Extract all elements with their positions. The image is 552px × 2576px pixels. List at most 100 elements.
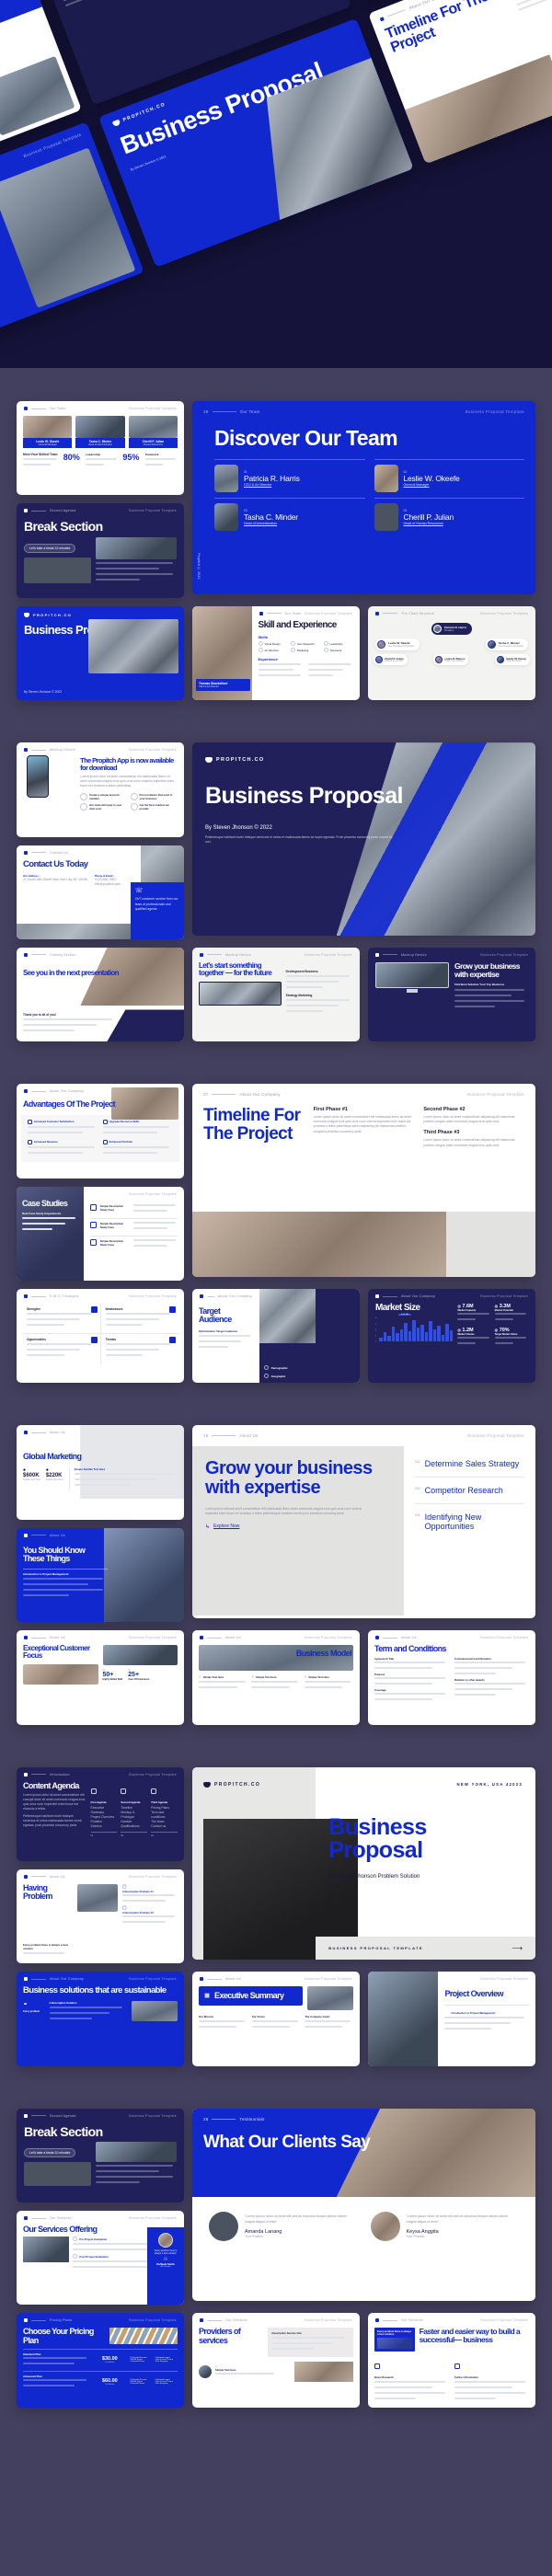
card-content-agenda[interactable]: Introduction Business Proposal Template … [17,1766,184,1861]
org-node-bottom[interactable]: Sandy W. Danny Head of Support [495,653,530,665]
card-break-section[interactable]: Second Agenda Business Proposal Template… [17,503,184,598]
member-role[interactable]: Head of Administration [244,522,298,525]
org-node-top[interactable]: Patricia R. Harris President [431,622,473,635]
card-faster-easier[interactable]: Our Services Business Proposal Template … [368,2313,535,2408]
case-row[interactable]: Simple Description Study Case [89,1219,178,1236]
card-target-audience[interactable]: About Our Company Target Audience Optimi… [192,1289,360,1384]
card-case-studies[interactable]: Case Studies Real Case Study Experiments… [17,1186,184,1281]
card-swot[interactable]: S.W.O.T Analysis Business Proposal Templ… [17,1289,184,1384]
global-stat-value: $220K [45,1472,63,1478]
contact-email[interactable]: info@propitch.com [95,882,121,887]
market-stat-label: Market Capacity [457,1309,477,1312]
swot-quadrant[interactable]: Opportunities [22,1334,100,1363]
agenda-body2: Pellentesque habitant morbi tristique se… [23,1814,82,1828]
feature-title: What Our Clients Say [203,2132,371,2152]
org-node-bottom[interactable]: Laura R. Watson Head of Accounting [433,653,469,665]
member-name: Tasha C. Minder [244,512,298,522]
bar [416,1328,420,1342]
feature-cta[interactable]: Explore Now [213,1524,239,1529]
card-app-download[interactable]: Mockup Device Business Proposal Template… [17,742,184,837]
team-member[interactable]: 03 Tasha C. Minder Head of Administratio… [214,497,365,531]
member-role[interactable]: CEO & Art Director [244,483,300,487]
exec-col: The Company Goals [305,2015,330,2019]
skill-item: Marketing [297,648,309,652]
swot-quadrant[interactable]: Weaknesses [100,1304,178,1333]
card-org-chart[interactable]: The Chart Structure Business Proposal Te… [368,605,535,701]
card-customer-focus[interactable]: About Us Business Proposal Template Exce… [17,1630,184,1725]
swot-quadrant[interactable]: Threats [100,1334,178,1363]
card-providers[interactable]: Our Services Business Proposal Template … [192,2313,360,2408]
card-pricing-plan[interactable]: Pricing Plans Business Proposal Template… [17,2313,184,2408]
team-member[interactable]: 04 Cherill P. Julian Head of Human Resou… [374,497,524,531]
card-project-overview[interactable]: Business Proposal Template Project Overv… [368,1972,535,2066]
card-team-stats[interactable]: Our Team Business Proposal Template Lesl… [17,401,184,496]
bar [441,1334,445,1342]
card-closing[interactable]: Closing Section See you in the next pres… [17,947,184,1042]
feature-card-discover-our-team[interactable]: 19 Our Team Business Proposal Template P… [192,401,535,594]
card-having-problem[interactable]: About Us Business Proposal Template Havi… [17,1869,184,1964]
global-stat: ● $600K Subtitle Text Here [23,1467,40,1481]
org-node-mid[interactable]: Tasha C. Minder Vice President of Financ… [485,638,528,650]
feature-header: 19 Our Team Business Proposal Template [192,401,535,422]
feature-card-what-clients-say[interactable]: 28 Testimonials What Our Clients Say "Lo… [192,2108,535,2302]
feature-byline: By Steven Jhonson © 2022 [205,824,272,831]
card-global-marketing[interactable]: About Us Global Marketing ● $600K Subtit… [17,1425,184,1520]
card-start-together[interactable]: Mockup Device Business Proposal Template… [192,947,360,1042]
feature-eyebrow: About Our Company [239,1092,281,1098]
card-contact-us[interactable]: Contact Us Contact Us Today Our Address … [17,845,184,939]
org-top-role: President [443,628,454,632]
swot-quadrant[interactable]: Strengths [22,1304,100,1333]
team-member[interactable]: 02 Leslie W. Okeefe General Manager [374,458,524,492]
member-role[interactable]: General Manager [404,483,460,487]
member-role[interactable]: Head of Human Resources [404,522,454,525]
card-terms-conditions[interactable]: About Us Business Proposal Template Term… [368,1630,535,1725]
card-services-offering[interactable]: Our Services Business Proposal Template … [17,2211,184,2306]
card-skill-experience[interactable]: Thomas Shackelford CEO & Art Director Ou… [192,605,360,701]
swot-label: Strengths [27,1307,40,1311]
team-stat-label-1: Leadership [86,453,101,456]
agenda-item: Contact us [151,1823,167,1828]
card-header: Business Proposal Template [480,1977,528,1982]
card-cover-building[interactable]: PROPITCH.CO Business Proposal By Steven … [17,605,184,701]
feature-card-business-proposal[interactable]: PROPITCH.CO Business Proposal By Steven … [192,742,535,936]
grow-list-item[interactable]: 01/ Determine Sales Strategy [415,1459,524,1478]
feature-card-grow-expertise[interactable]: 18 About Us Business Proposal Template G… [192,1425,535,1619]
contact-note: 24/7 customer service from our team of p… [134,897,178,911]
swot-label: Weaknesses [105,1307,123,1311]
card-grow-expertise[interactable]: Mockup Device Business Proposal Template… [368,947,535,1042]
card-business-model[interactable]: About Us Business Proposal Template Busi… [192,1630,360,1725]
card-market-size[interactable]: About Our Company Business Proposal Temp… [368,1289,535,1384]
card-header: About Us Business Proposal Template [192,1630,360,1645]
focus-stat-label: Highly Skilled Staff [102,1678,123,1682]
grow-list-item[interactable]: 03/ Identifying New Opportunities [415,1504,524,1539]
team-member[interactable]: 01 Patricia R. Harris CEO & Art Director [214,458,365,492]
arrow-icon: ↳ [205,1524,211,1530]
focus-stat-value: 25+ [128,1672,140,1679]
section-cover: Introduction Business Proposal Template … [0,1734,552,2076]
case-row[interactable]: Simple Description Study Case [89,1202,178,1219]
feature-title: Discover Our Team [214,426,398,450]
card-header: Contact Us [17,845,141,860]
card-advantages[interactable]: About Our Company Advantages Of The Proj… [17,1084,184,1179]
swot-label: Opportunities [27,1338,46,1341]
grow-list-item[interactable]: 02/ Competitor Research [415,1478,524,1505]
pricing-plan-row[interactable]: Advanced Plan $60.00 Per Month 20 Emails… [23,2372,178,2393]
focus-stat: 01 50+ Highly Skilled Staff [102,1669,123,1682]
pricing-plan-row[interactable]: Standard Plan $30.00 Per Month 10 Emails… [23,2350,178,2372]
card-sustainable[interactable]: About Our Company Business Proposal Temp… [17,1972,184,2066]
case-row[interactable]: Simple Description Study Case [89,1236,178,1253]
feature-card-cover-proposal[interactable]: PROPITCH.CO NEW YORK, USA 42023 Business… [192,1766,535,1961]
card-should-know[interactable]: About Us You Should Know These Things In… [17,1527,184,1623]
overview-sub: Introduction to Project Management [444,2004,529,2015]
org-node-bottom[interactable]: Cherill P. Julian Head of Accountant [374,653,408,665]
org-node-mid[interactable]: Leslie W. Okeefe Vice President & Operat… [375,638,420,650]
team-stat-label-2: Teamwork [144,453,159,456]
card-executive-summary[interactable]: About Us Business Proposal Template ■ Ex… [192,1972,360,2066]
card-break-section-2[interactable]: Second Agenda Business Proposal Template… [17,2108,184,2202]
case-row-label: Simple Description Study Case [99,1238,124,1247]
arrow-right-icon[interactable]: ⟶ [512,1944,523,1952]
feature-card-timeline[interactable]: 07 About Our Company Business Proposal T… [192,1084,535,1278]
briefcase-icon: ■ [204,1991,211,2002]
skill-item: User Research [297,641,315,646]
break2-title: Break Section [24,2123,103,2139]
